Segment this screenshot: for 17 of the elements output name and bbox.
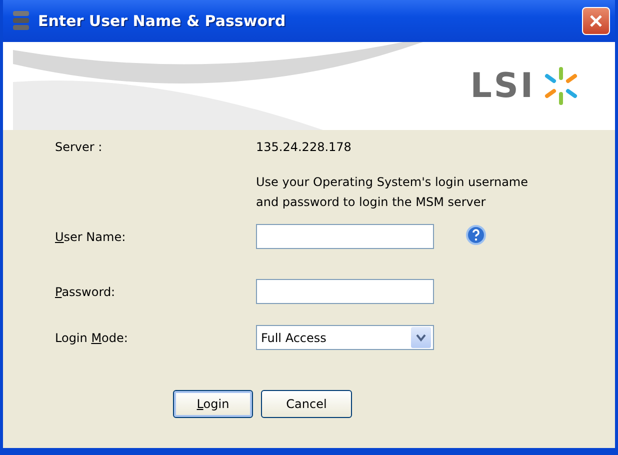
app-icon xyxy=(12,10,30,32)
dialog-button[interactable]: Cancel xyxy=(261,390,352,418)
password-field[interactable] xyxy=(256,279,434,304)
instruction-text: Use your Operating System's login username and password to login the MSM server xyxy=(256,174,529,211)
window-title: Enter User Name & Password xyxy=(38,12,287,30)
server-address: 135.24.228.178 xyxy=(256,140,352,154)
logo-text: LSI xyxy=(470,66,535,106)
field-label: User Name: xyxy=(55,230,127,244)
field-label: Password: xyxy=(55,284,116,298)
dialog-button[interactable]: Login xyxy=(173,390,253,418)
user-name-field[interactable] xyxy=(256,224,434,249)
server-label: Server : xyxy=(55,140,104,154)
login-mode-dropdown[interactable]: Full Access xyxy=(256,325,434,350)
help-icon[interactable] xyxy=(466,225,486,245)
close-icon xyxy=(589,14,603,28)
close-button[interactable] xyxy=(582,7,610,35)
field-label: Login Mode: xyxy=(55,330,129,344)
